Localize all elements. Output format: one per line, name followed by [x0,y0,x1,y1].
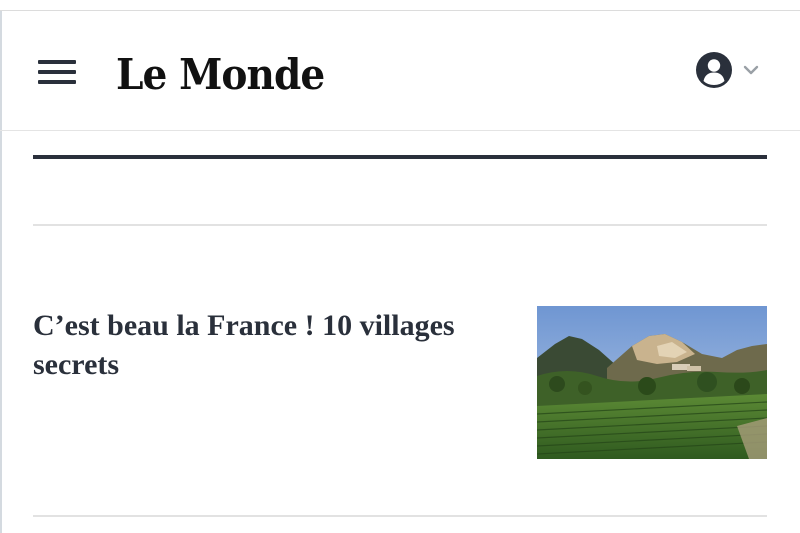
hamburger-menu-icon[interactable] [38,60,76,86]
account-menu-button[interactable] [695,51,765,91]
article-teaser[interactable]: C’est beau la France ! 10 villages secre… [33,306,767,460]
chevron-down-icon [743,65,759,75]
site-header: Le Monde [0,11,800,131]
section-divider-thick [33,155,767,159]
article-thumbnail[interactable] [537,306,767,459]
article-title[interactable]: C’est beau la France ! 10 villages secre… [33,306,513,384]
menu-bar [38,80,76,84]
le-monde-logo[interactable]: Le Monde [116,45,325,105]
user-circle-icon [696,52,732,88]
page: Le Monde C’est beau la France ! 10 villa… [0,0,800,533]
top-border [0,0,800,11]
menu-bar [38,70,76,74]
section-divider [33,515,767,517]
section-divider [33,224,767,226]
menu-bar [38,60,76,64]
landscape-photo [537,306,767,459]
